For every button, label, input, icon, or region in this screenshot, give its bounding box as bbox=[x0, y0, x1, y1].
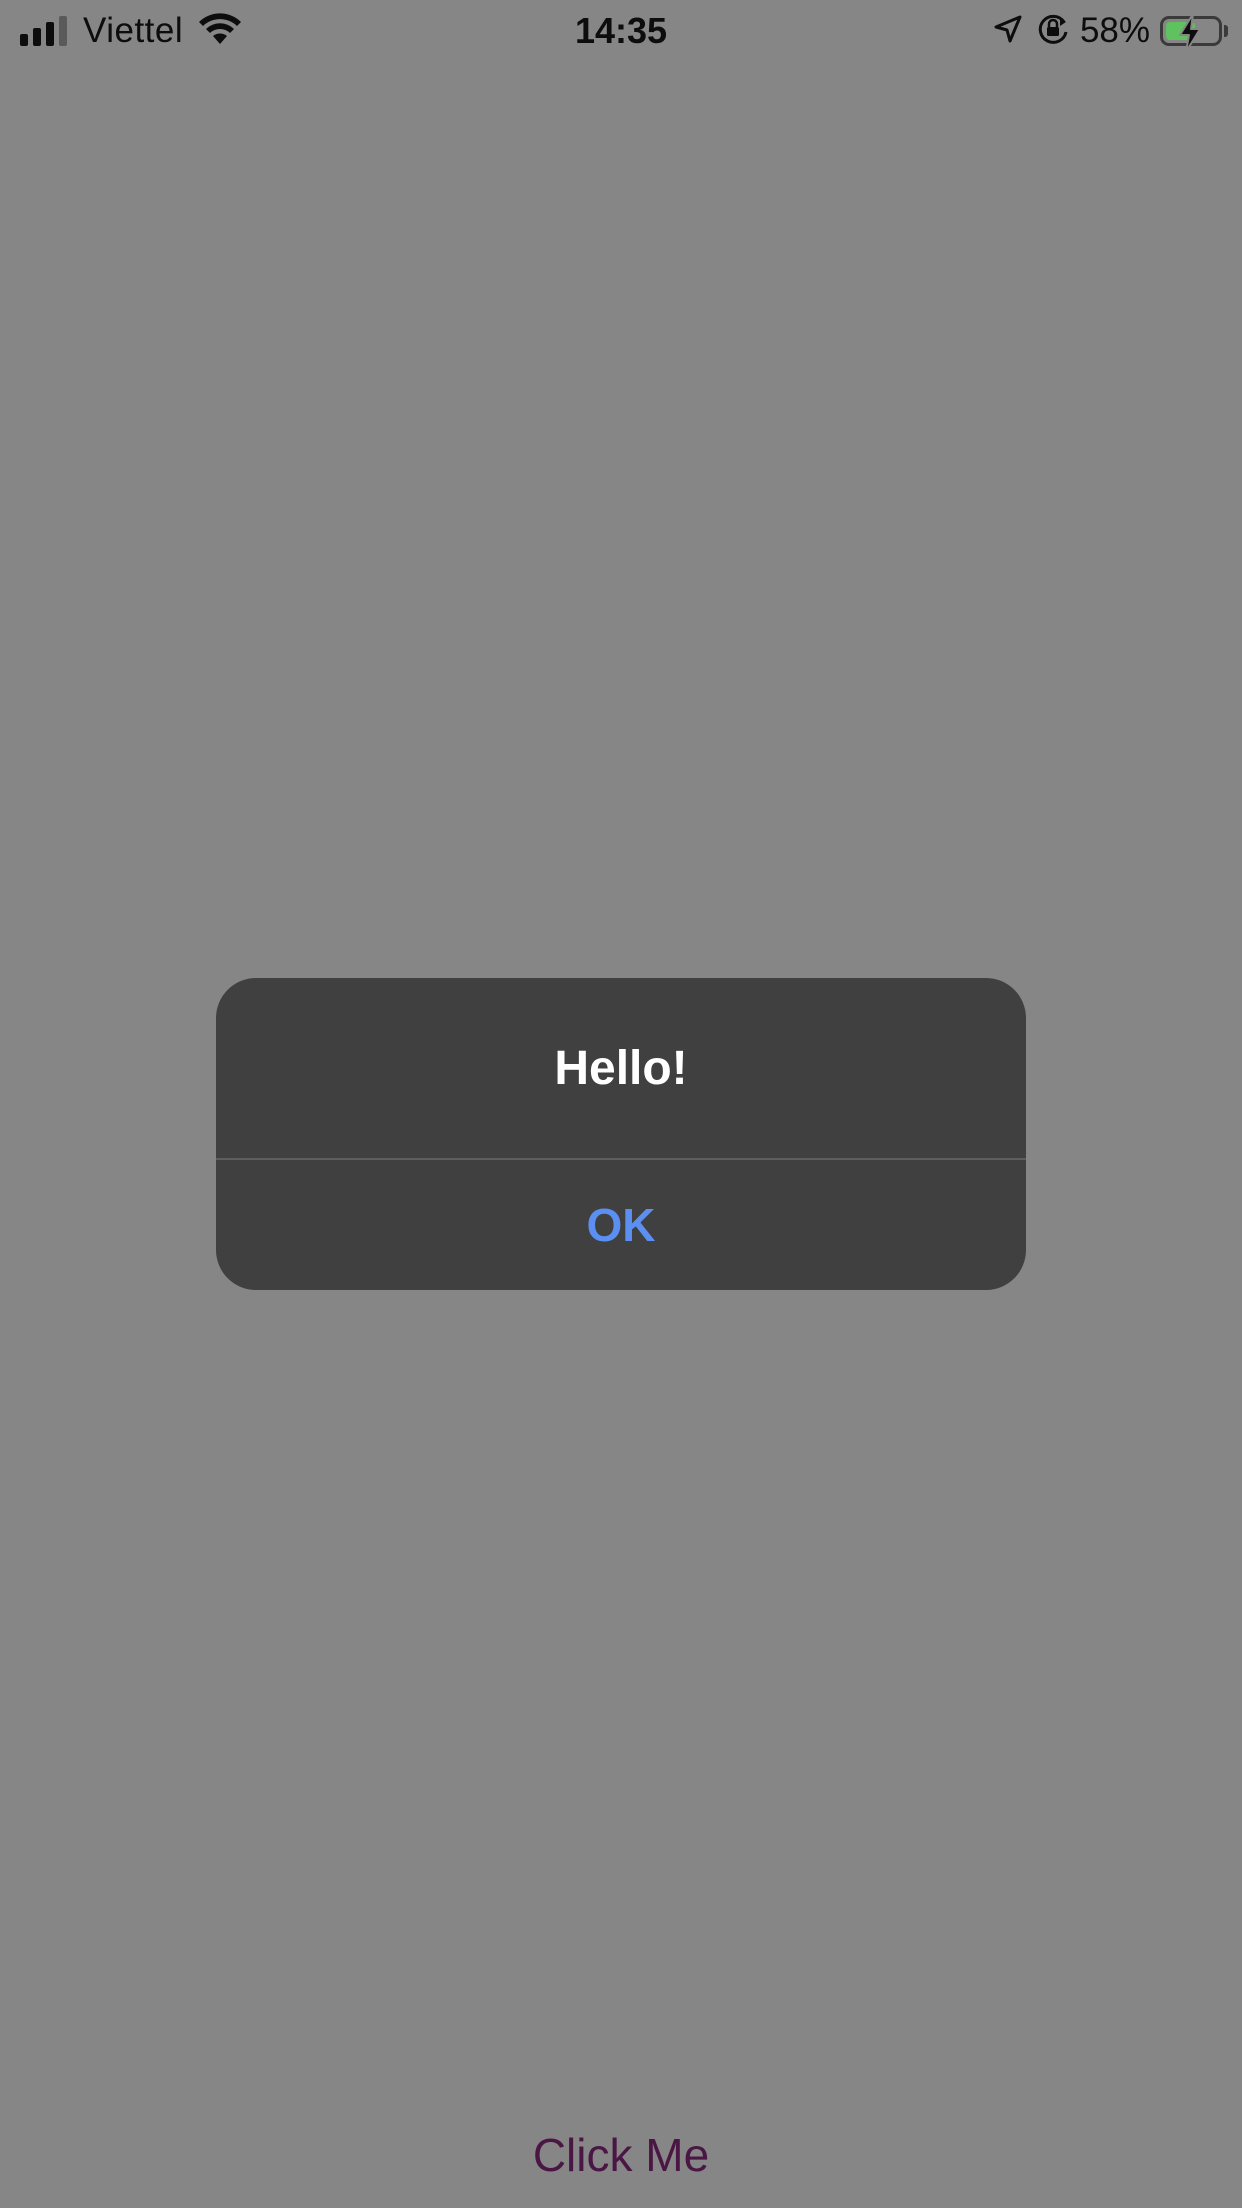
click-me-button[interactable]: Click Me bbox=[0, 2122, 1242, 2188]
status-bar-right: 58% bbox=[994, 8, 1228, 54]
status-bar: Viettel 14:35 58% bbox=[0, 0, 1242, 62]
alert-title: Hello! bbox=[554, 1041, 688, 1095]
screen: Viettel 14:35 58% Hello! OK Click Me bbox=[0, 0, 1242, 2208]
rotation-lock-icon bbox=[1036, 12, 1070, 51]
battery-percent: 58% bbox=[1079, 11, 1150, 50]
location-arrow-icon bbox=[994, 15, 1022, 48]
battery-nub bbox=[1224, 25, 1228, 37]
ok-button[interactable]: OK bbox=[216, 1160, 1026, 1290]
alert-dialog: Hello! OK bbox=[216, 978, 1026, 1290]
battery-charging-icon bbox=[1160, 13, 1222, 53]
